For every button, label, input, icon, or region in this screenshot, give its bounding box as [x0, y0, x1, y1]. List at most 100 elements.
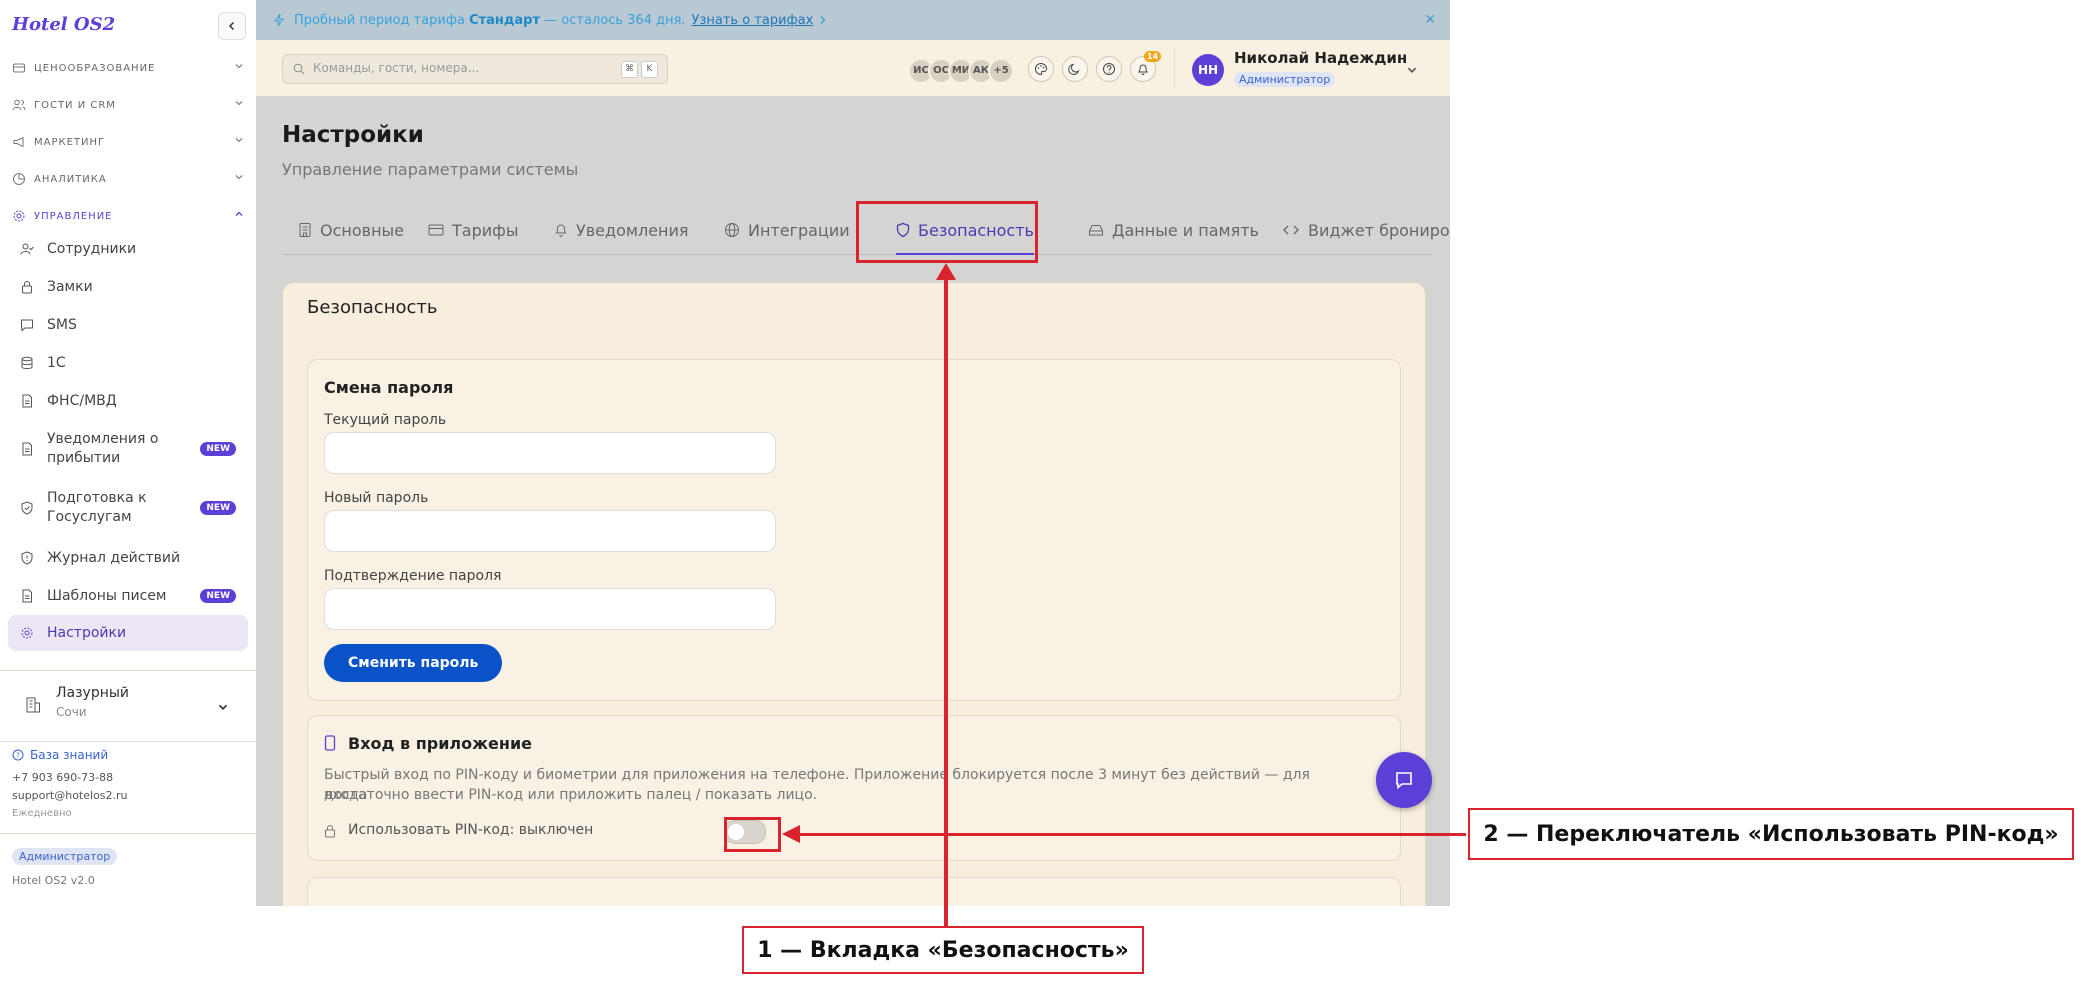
sidebar-item-fns-mvd[interactable]: ФНС/МВД: [8, 390, 248, 412]
chevron-down-icon: [218, 704, 228, 711]
sidebar-section-marketing[interactable]: МАРКЕТИНГ: [12, 132, 244, 152]
app-login-title: Вход в приложение: [348, 734, 533, 753]
tab-booking-widget[interactable]: Виджет бронирова: [1282, 206, 1450, 254]
hotel-name: Лазурный: [56, 685, 130, 701]
knowledge-base-link[interactable]: ? База знаний: [12, 748, 108, 762]
more-users-avatar[interactable]: +5: [988, 58, 1014, 84]
tab-label: Данные и память: [1112, 220, 1259, 240]
tab-label: Виджет бронирова: [1308, 220, 1450, 240]
sidebar-item-email-templates[interactable]: Шаблоны писем NEW: [8, 585, 248, 607]
theme-palette-button[interactable]: [1028, 56, 1054, 82]
pricing-link[interactable]: Узнать о тарифах: [692, 13, 814, 28]
building-icon: [26, 697, 40, 713]
user-avatar[interactable]: НН: [1192, 54, 1224, 86]
change-password-section: Смена пароля Текущий пароль Новый пароль…: [307, 359, 1401, 701]
collapse-sidebar-button[interactable]: [218, 12, 246, 40]
search-icon: [293, 63, 305, 75]
brand-logo[interactable]: Hotel OS2: [12, 14, 115, 35]
code-icon: [1283, 225, 1299, 235]
bell-icon: [1137, 64, 1149, 75]
sidebar-item-label: 1С: [47, 354, 66, 371]
notification-count-badge: 14: [1144, 51, 1162, 62]
sidebar-section-management[interactable]: УПРАВЛЕНИЕ: [12, 206, 244, 226]
shield-check-icon: [21, 501, 33, 515]
sidebar-item-arrival-notifications[interactable]: Уведомления о прибытии NEW: [8, 428, 248, 470]
tab-label: Уведомления: [576, 220, 689, 240]
chat-button[interactable]: [1376, 752, 1432, 808]
new-password-label: Новый пароль: [324, 490, 429, 506]
search-input[interactable]: Команды, гости, номера... ⌘ K: [282, 54, 668, 84]
svg-text:?: ?: [16, 752, 20, 760]
tab-label: Тарифы: [452, 220, 519, 240]
new-password-field[interactable]: [324, 510, 776, 552]
shortcut-key-k: K: [641, 61, 658, 78]
sidebar-item-sms[interactable]: SMS: [8, 314, 248, 336]
sidebar-section-guests-crm[interactable]: ГОСТИ И CRM: [12, 95, 244, 115]
support-email[interactable]: support@hotelos2.ru: [12, 789, 128, 802]
file-text-icon: [22, 394, 32, 408]
annotation-arrowhead-left-icon: [782, 825, 800, 843]
annotation-callout-security-tab: 1 — Вкладка «Безопасность»: [742, 926, 1144, 974]
hotel-switcher[interactable]: Лазурный Сочи: [0, 670, 256, 742]
app-login-section: Вход в приложение Быстрый вход по PIN-ко…: [307, 715, 1401, 861]
next-section-partial: [307, 877, 1401, 906]
section-label: УПРАВЛЕНИЕ: [34, 210, 113, 222]
chat-icon: [1396, 772, 1412, 790]
role-badge: Администратор: [12, 848, 118, 865]
dark-mode-button[interactable]: [1062, 56, 1088, 82]
palette-icon: [1035, 62, 1048, 76]
app-login-description-line2: достаточно ввести PIN-код или приложить …: [324, 787, 818, 803]
chevron-down-icon[interactable]: [1406, 64, 1418, 76]
support-phone[interactable]: +7 903 690-73-88: [12, 771, 113, 784]
shortcut-key-cmd: ⌘: [621, 61, 638, 78]
chevron-left-icon: [228, 21, 235, 31]
tab-general[interactable]: Основные: [298, 206, 404, 254]
user-role-badge: Администратор: [1234, 72, 1336, 87]
sidebar-item-locks[interactable]: Замки: [8, 276, 248, 298]
chevron-down-icon: [235, 175, 243, 180]
sidebar-item-staff[interactable]: Сотрудники: [8, 238, 248, 260]
current-password-field[interactable]: [324, 432, 776, 474]
users-icon: [12, 99, 26, 111]
close-banner-button[interactable]: ✕: [1424, 12, 1436, 28]
notifications-button[interactable]: 14: [1130, 51, 1162, 82]
sidebar-item-label: Журнал действий: [47, 549, 181, 566]
pin-code-label: Использовать PIN-код: выключен: [348, 822, 594, 838]
sidebar-item-label: Подготовка к Госуслугам: [47, 490, 147, 525]
moon-icon: [1068, 63, 1080, 75]
tab-integrations[interactable]: Интеграции: [724, 206, 850, 254]
globe-icon: [725, 223, 739, 237]
current-password-label: Текущий пароль: [324, 412, 447, 428]
lightning-icon: [274, 13, 284, 27]
sidebar-item-label: Замки: [47, 278, 93, 295]
tab-notifications[interactable]: Уведомления: [554, 206, 689, 254]
top-header: Команды, гости, номера... ⌘ K ИС ОС МИ А…: [256, 40, 1450, 97]
tab-data-storage[interactable]: Данные и память: [1088, 206, 1259, 254]
sidebar-item-settings[interactable]: Настройки: [8, 615, 248, 651]
tab-label: Интеграции: [748, 220, 850, 240]
banner-prefix: Пробный период тарифа: [294, 12, 465, 28]
confirm-password-field[interactable]: [324, 588, 776, 630]
file-text-icon: [22, 589, 32, 603]
page-subtitle: Управление параметрами системы: [282, 160, 579, 179]
banner-suffix: — осталось 364 дня.: [544, 12, 686, 28]
sidebar-item-gosuslugi[interactable]: Подготовка к Госуслугам NEW: [8, 487, 248, 529]
lock-icon: [325, 825, 335, 838]
sidebar-item-label: Уведомления о прибытии: [47, 431, 159, 466]
tab-tariffs[interactable]: Тарифы: [428, 206, 518, 254]
footer-divider: [0, 833, 256, 834]
user-name[interactable]: Николай Надеждин: [1234, 49, 1407, 67]
annotation-highlight-pin-toggle: [724, 817, 781, 852]
file-text-icon: [22, 442, 32, 456]
sidebar-item-label: Настройки: [47, 624, 127, 641]
sidebar-section-pricing[interactable]: ЦЕНООБРАЗОВАНИЕ: [12, 58, 244, 78]
help-button[interactable]: [1096, 56, 1122, 82]
header-divider: [1174, 48, 1175, 88]
annotation-callout-pin-toggle: 2 — Переключатель «Использовать PIN-код»: [1468, 808, 2074, 860]
app-window: Hotel OS2 ЦЕНООБРАЗОВАНИЕ ГОСТИ И CRM МА…: [0, 0, 1450, 906]
change-password-button[interactable]: Сменить пароль: [324, 644, 503, 682]
sidebar-item-activity-log[interactable]: Журнал действий: [8, 547, 248, 569]
sidebar-item-1c[interactable]: 1С: [8, 352, 248, 374]
sidebar-section-analytics[interactable]: АНАЛИТИКА: [12, 169, 244, 189]
security-card: Безопасность Смена пароля Текущий пароль…: [282, 282, 1426, 906]
